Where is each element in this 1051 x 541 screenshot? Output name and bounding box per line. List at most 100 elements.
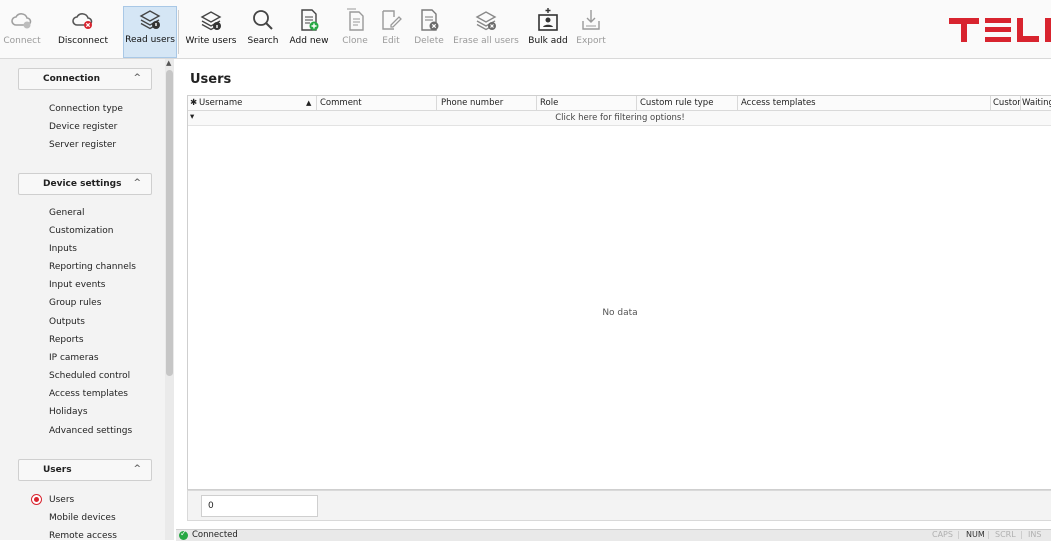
connected-check-icon <box>179 529 188 540</box>
read-users-label: Read users <box>125 35 175 45</box>
edit-icon <box>379 8 403 32</box>
filter-row[interactable]: ▾ Click here for filtering options! <box>188 111 1051 126</box>
bulk-add-button[interactable]: Bulk add <box>525 8 571 56</box>
sidebar-item-outputs[interactable]: Outputs <box>49 317 85 327</box>
bulk-add-label: Bulk add <box>528 36 568 46</box>
bulk-add-icon <box>536 8 560 32</box>
record-count-field: 0 <box>201 495 318 517</box>
sidebar-item-reports[interactable]: Reports <box>49 335 84 345</box>
cloud-connect-icon <box>10 8 34 32</box>
delete-button[interactable]: Delete <box>410 8 448 56</box>
sidebar-item-customization[interactable]: Customization <box>49 226 113 236</box>
read-users-icon <box>138 7 162 31</box>
num-indicator: NUM <box>966 530 985 539</box>
section-header-device-settings[interactable]: Device settings ^ <box>18 173 152 195</box>
sidebar-item-group-rules[interactable]: Group rules <box>49 298 101 308</box>
edit-label: Edit <box>382 36 400 46</box>
connect-button[interactable]: Connect <box>1 8 43 56</box>
scrl-indicator: SCRL <box>995 530 1016 539</box>
sidebar-item-server-register[interactable]: Server register <box>49 140 116 150</box>
sidebar-item-ip-cameras[interactable]: IP cameras <box>49 353 99 363</box>
sidebar-item-users[interactable]: Users <box>49 495 74 505</box>
column-header-role[interactable]: Role <box>540 98 558 108</box>
tell-logo <box>949 14 1051 44</box>
read-users-button[interactable]: Read users <box>123 6 177 58</box>
column-header-custom[interactable]: Custor <box>993 98 1021 108</box>
sidebar-item-access-templates[interactable]: Access templates <box>49 389 128 399</box>
sidebar-item-scheduled-control[interactable]: Scheduled control <box>49 371 130 381</box>
column-header-username[interactable]: Username <box>199 98 242 108</box>
column-divider[interactable] <box>536 96 537 110</box>
selected-radio-icon <box>31 494 42 505</box>
collapse-icon: ^ <box>133 73 141 83</box>
toolbar: Connect Disconnect Read users Write user… <box>0 0 1051 59</box>
search-label: Search <box>247 36 279 46</box>
add-new-button[interactable]: Add new <box>286 8 332 56</box>
sidebar-item-reporting-channels[interactable]: Reporting channels <box>49 262 136 272</box>
sidebar-item-holidays[interactable]: Holidays <box>49 407 88 417</box>
column-divider[interactable] <box>737 96 738 110</box>
section-title-users: Users <box>43 465 72 475</box>
erase-all-users-button[interactable]: Erase all users <box>453 8 519 56</box>
delete-label: Delete <box>414 36 444 46</box>
column-header-custom-rule-type[interactable]: Custom rule type <box>640 98 713 108</box>
scroll-up-icon[interactable]: ▲ <box>166 59 171 67</box>
column-header-waiting[interactable]: Waiting <box>1022 98 1051 108</box>
clone-button[interactable]: Clone <box>338 8 372 56</box>
sidebar: Connection ^ Connection type Device regi… <box>0 59 165 541</box>
column-divider[interactable] <box>1020 96 1021 110</box>
add-new-label: Add new <box>289 36 329 46</box>
separator: | <box>957 530 960 539</box>
separator: | <box>987 530 990 539</box>
section-title-device-settings: Device settings <box>43 179 122 189</box>
sidebar-item-general[interactable]: General <box>49 208 84 218</box>
sidebar-item-inputs[interactable]: Inputs <box>49 244 77 254</box>
section-header-connection[interactable]: Connection ^ <box>18 68 152 90</box>
toolbar-separator <box>178 10 179 54</box>
write-users-button[interactable]: Write users <box>184 8 238 56</box>
cloud-disconnect-icon <box>71 8 95 32</box>
separator: | <box>1020 530 1023 539</box>
column-divider[interactable] <box>990 96 991 110</box>
scrollbar-thumb[interactable] <box>166 70 173 376</box>
page-title: Users <box>190 72 232 87</box>
column-divider[interactable] <box>636 96 637 110</box>
column-chooser-icon[interactable]: ✱ <box>190 98 197 108</box>
delete-icon <box>417 8 441 32</box>
sidebar-scrollbar[interactable]: ▲ <box>165 59 174 540</box>
status-bar: Connected CAPS | NUM | SCRL | INS <box>176 529 1051 541</box>
column-header-phone-number[interactable]: Phone number <box>441 98 503 108</box>
section-title-connection: Connection <box>43 74 101 84</box>
export-button[interactable]: Export <box>575 8 607 56</box>
section-header-users[interactable]: Users ^ <box>18 459 152 481</box>
collapse-icon: ^ <box>133 178 141 188</box>
sort-ascending-icon: ▲ <box>306 99 312 107</box>
sidebar-item-advanced-settings[interactable]: Advanced settings <box>49 426 132 436</box>
filter-hint: Click here for filtering options! <box>555 113 685 123</box>
caps-indicator: CAPS <box>932 530 953 539</box>
sidebar-item-mobile-devices[interactable]: Mobile devices <box>49 513 116 523</box>
edit-button[interactable]: Edit <box>378 8 404 56</box>
write-users-icon <box>199 8 223 32</box>
users-grid: ✱ Username ▲ Comment Phone number Role C… <box>187 95 1051 490</box>
grid-footer: 0 <box>187 490 1051 521</box>
disconnect-button[interactable]: Disconnect <box>47 8 119 56</box>
column-divider[interactable] <box>436 96 437 110</box>
write-users-label: Write users <box>185 36 237 46</box>
export-label: Export <box>576 36 606 46</box>
erase-all-icon <box>474 8 498 32</box>
record-count-value: 0 <box>208 501 214 511</box>
column-divider[interactable] <box>316 96 317 110</box>
connection-status: Connected <box>192 530 238 540</box>
export-icon <box>579 8 603 32</box>
column-header-comment[interactable]: Comment <box>320 98 362 108</box>
add-new-icon <box>297 8 321 32</box>
disconnect-label: Disconnect <box>58 36 108 46</box>
search-icon <box>251 8 275 32</box>
sidebar-item-input-events[interactable]: Input events <box>49 280 106 290</box>
search-button[interactable]: Search <box>244 8 282 56</box>
sidebar-item-connection-type[interactable]: Connection type <box>49 104 123 114</box>
column-header-access-templates[interactable]: Access templates <box>741 98 816 108</box>
sidebar-item-device-register[interactable]: Device register <box>49 122 117 132</box>
empty-state-text: No data <box>602 308 638 318</box>
